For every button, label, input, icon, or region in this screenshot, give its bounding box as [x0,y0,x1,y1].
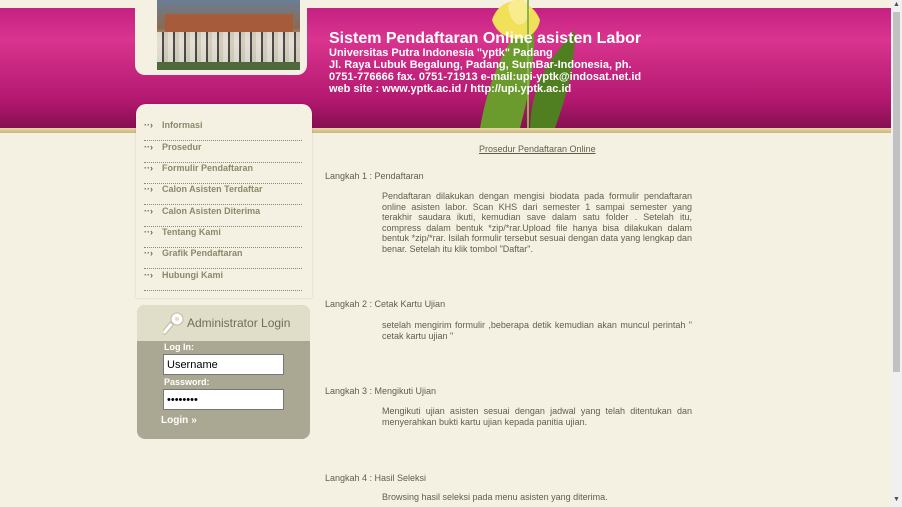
step-1-heading: Langkah 1 : Pendaftaran [325,171,424,181]
scroll-up-icon[interactable]: ▲ [893,1,900,8]
nav-arrow-icon: ··› [144,120,153,130]
nav-arrow-icon: ··› [144,227,153,237]
university-address: Jl. Raya Lubuk Begalung, Padang, SumBar-… [329,59,642,95]
nav-item-informasi[interactable]: ··› Informasi [144,120,302,141]
double-chevron-icon: » [191,415,197,426]
step-3-body: Mengikuti ujian asisten sesuai dengan ja… [382,406,692,427]
sidebar-nav: ··› Informasi ··› Prosedur ··› Formulir … [136,104,312,298]
password-input[interactable] [163,389,284,410]
scrollbar-thumb[interactable] [893,12,900,372]
nav-item-tentang[interactable]: ··› Tentang Kami [144,227,302,248]
nav-item-formulir[interactable]: ··› Formulir Pendaftaran [144,163,302,184]
nav-arrow-icon: ··› [144,142,153,152]
nav-arrow-icon: ··› [144,206,153,216]
step-1-body: Pendaftaran dilakukan dengan mengisi bio… [382,191,692,254]
nav-item-grafik[interactable]: ··› Grafik Pendaftaran [144,248,302,269]
nav-item-prosedur[interactable]: ··› Prosedur [144,142,302,163]
photo-frame [135,0,307,75]
header-top-strip [0,0,891,8]
scroll-down-icon[interactable]: ▼ [893,496,900,503]
admin-login-panel: Administrator Login Log In: Password: Lo… [137,305,310,439]
login-button-label: Login [161,415,189,426]
nav-item-hubungi[interactable]: ··› Hubungi Kami [144,270,302,291]
nav-item-calon-diterima[interactable]: ··› Calon Asisten Diterima [144,206,302,227]
password-label: Password: [164,377,210,387]
step-2-heading: Langkah 2 : Cetak Kartu Ujian [325,299,446,309]
step-3-heading: Langkah 3 : Mengikuti Ujian [325,386,437,396]
nav-arrow-icon: ··› [144,184,153,194]
step-4-body: Browsing hasil seleksi pada menu asisten… [382,492,608,502]
nav-arrow-icon: ··› [144,248,153,258]
vertical-scrollbar[interactable]: ▲ ▼ [891,0,902,507]
nav-arrow-icon: ··› [144,163,153,173]
site-title: Sistem Pendaftaran Online asisten Labor [329,30,642,47]
university-name: Universitas Putra Indonesia "yptk" Padan… [329,47,553,59]
step-2-body: setelah mengirim formulir ,beberapa deti… [382,320,692,341]
username-input[interactable] [163,354,284,375]
login-header: Administrator Login [137,305,310,341]
step-4-heading: Langkah 4 : Hasil Seleksi [325,473,427,483]
login-label: Log In: [164,342,194,352]
login-title: Administrator Login [187,316,291,330]
nav-arrow-icon: ··› [144,270,153,280]
key-icon [163,312,184,336]
nav-item-calon-terdaftar[interactable]: ··› Calon Asisten Terdaftar [144,184,302,205]
header-bottom-strip [0,128,891,133]
content-title: Prosedur Pendaftaran Online [479,144,596,154]
login-button[interactable]: Login» [161,415,197,426]
group-photo [157,0,300,70]
